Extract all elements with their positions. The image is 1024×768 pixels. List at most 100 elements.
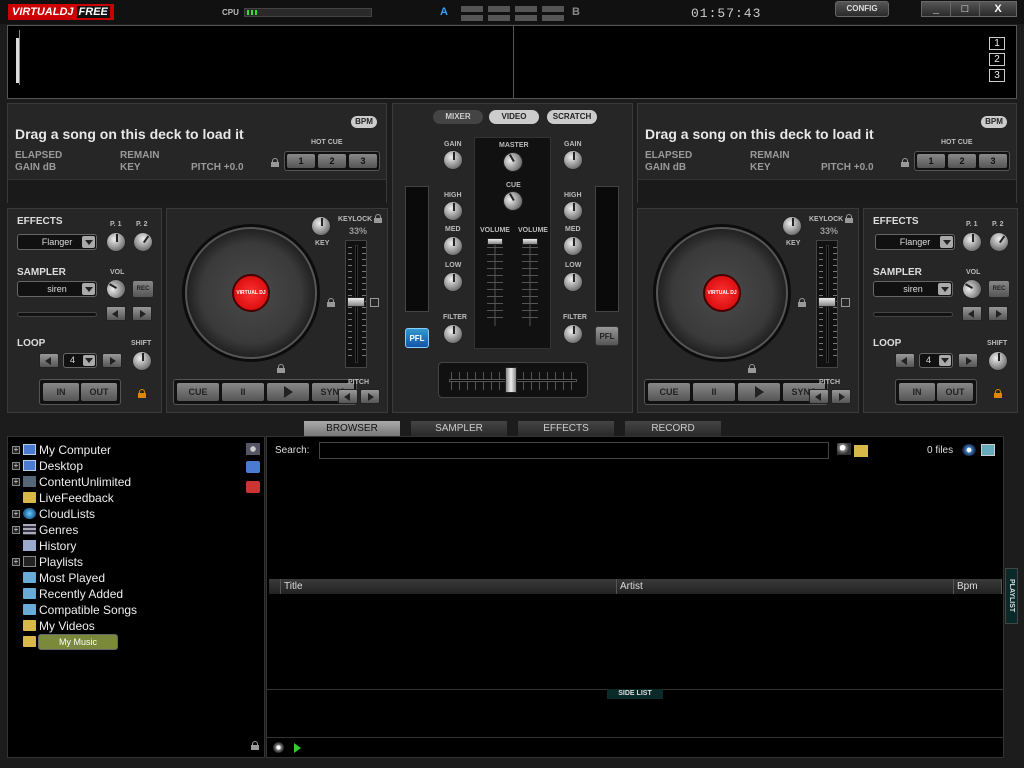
waveform-display[interactable]: 1 2 3 [7,25,1017,99]
column-header-title[interactable]: Title [281,579,617,594]
expand-icon[interactable]: + [12,462,20,470]
expand-icon[interactable]: + [12,510,20,518]
high-left-knob[interactable] [443,201,463,221]
deck-right-platter[interactable]: VIRTUAL DJ [656,227,788,359]
add-virtual-folder-icon[interactable] [246,461,260,473]
expand-icon[interactable]: + [12,478,20,486]
close-button[interactable]: X [979,1,1017,17]
bank-button-3[interactable] [515,6,537,12]
sampler-volume-knob[interactable] [102,275,130,303]
master-knob[interactable] [499,148,527,176]
loop-halve-button[interactable] [895,353,915,368]
pitch-bend-down-button[interactable] [809,389,829,404]
cue-mix-knob[interactable] [499,187,527,215]
med-right-knob[interactable] [563,236,583,256]
loop-out-button[interactable]: OUT [81,383,117,401]
bank-button-8[interactable] [542,15,564,21]
low-left-knob[interactable] [443,272,463,292]
hot-cue-2-button[interactable]: 2 [318,154,346,168]
hot-cue-1-button[interactable]: 1 [287,154,315,168]
med-left-knob[interactable] [443,236,463,256]
sampler-play-button[interactable] [988,306,1008,321]
tree-item-most-played[interactable]: Most Played [8,570,258,586]
high-right-knob[interactable] [563,201,583,221]
search-input[interactable] [319,442,829,459]
network-icon[interactable] [981,444,995,456]
deck-left-bpm-button[interactable]: BPM [351,116,377,128]
pitch-slider-handle[interactable] [818,297,836,307]
sampler-rec-button[interactable]: REC [989,281,1009,297]
volume-left-handle[interactable] [487,238,503,245]
pause-button[interactable]: II [222,383,264,401]
volume-left-slider[interactable] [487,238,503,328]
play-icon[interactable] [294,743,301,753]
loop-shift-knob[interactable] [132,351,152,371]
loop-in-button[interactable]: IN [899,383,935,401]
hot-cue-3-button[interactable]: 3 [979,154,1007,168]
maximize-button[interactable]: □ [950,1,980,17]
config-button[interactable]: CONFIG [835,1,889,17]
tab-video[interactable]: VIDEO [489,110,539,124]
lock-icon[interactable] [845,214,853,223]
tree-item-contentunlimited[interactable]: + ContentUnlimited [8,474,258,490]
tree-item-history[interactable]: History [8,538,258,554]
gain-right-knob[interactable] [563,150,583,170]
key-knob[interactable] [782,216,802,236]
effect-param1-knob[interactable] [106,232,126,252]
pfl-left-button[interactable]: PFL [405,328,429,348]
hot-cue-2-button[interactable]: 2 [948,154,976,168]
tab-browser[interactable]: BROWSER [304,421,400,436]
sampler-volume-knob[interactable] [958,275,986,303]
pitch-slider-handle[interactable] [347,297,365,307]
loop-halve-button[interactable] [39,353,59,368]
loop-length-select[interactable]: 4 [919,353,953,368]
view-mode-icon[interactable] [962,444,976,456]
crossfader-handle[interactable] [505,367,517,393]
column-header-bpm[interactable]: Bpm [954,579,1002,594]
cue-button[interactable]: CUE [177,383,219,401]
loop-double-button[interactable] [958,353,978,368]
lock-icon[interactable] [798,298,806,307]
zoom-button-1[interactable]: 1 [989,37,1005,50]
deck-left-platter[interactable]: VIRTUAL DJ [185,227,317,359]
bank-button-6[interactable] [488,15,510,21]
add-filter-folder-icon[interactable] [246,481,260,493]
tree-item-genres[interactable]: + Genres [8,522,258,538]
play-button[interactable] [267,383,309,401]
tab-sampler[interactable]: SAMPLER [411,421,507,436]
pitch-bend-down-button[interactable] [338,389,358,404]
tree-item-livefeedback[interactable]: LiveFeedback [8,490,258,506]
tab-scratch[interactable]: SCRATCH [547,110,597,124]
volume-right-slider[interactable] [522,238,538,328]
deck-b-indicator[interactable]: B [572,6,580,18]
lock-icon[interactable] [271,158,279,167]
cue-button[interactable]: CUE [648,383,690,401]
bank-button-1[interactable] [461,6,483,12]
lock-icon[interactable] [901,158,909,167]
sampler-select[interactable]: siren [17,281,97,297]
folder-search-icon[interactable] [854,445,868,457]
loop-length-select[interactable]: 4 [63,353,97,368]
sampler-select[interactable]: siren [873,281,953,297]
pitch-reset-icon[interactable] [370,298,379,307]
tree-item-playlists[interactable]: + Playlists [8,554,258,570]
effect-select[interactable]: Flanger [17,234,97,250]
gain-left-knob[interactable] [443,150,463,170]
effect-param2-knob[interactable] [985,228,1013,256]
side-list-toggle[interactable]: SIDE LIST [607,689,663,699]
bank-button-4[interactable] [542,6,564,12]
hot-cue-1-button[interactable]: 1 [917,154,945,168]
zoom-button-3[interactable]: 3 [989,69,1005,82]
column-header-artist[interactable]: Artist [617,579,954,594]
tree-item-recently-added[interactable]: Recently Added [8,586,258,602]
pitch-bend-up-button[interactable] [831,389,851,404]
pitch-slider[interactable] [816,240,838,368]
playlist-toggle[interactable]: PLAYLIST [1005,568,1018,624]
sampler-prev-button[interactable] [962,306,982,321]
tree-item-my-computer[interactable]: + My Computer [8,442,258,458]
expand-icon[interactable]: + [12,526,20,534]
minimize-button[interactable]: _ [921,1,951,17]
add-favorite-folder-icon[interactable] [246,443,260,455]
loop-double-button[interactable] [102,353,122,368]
tab-mixer[interactable]: MIXER [433,110,483,124]
